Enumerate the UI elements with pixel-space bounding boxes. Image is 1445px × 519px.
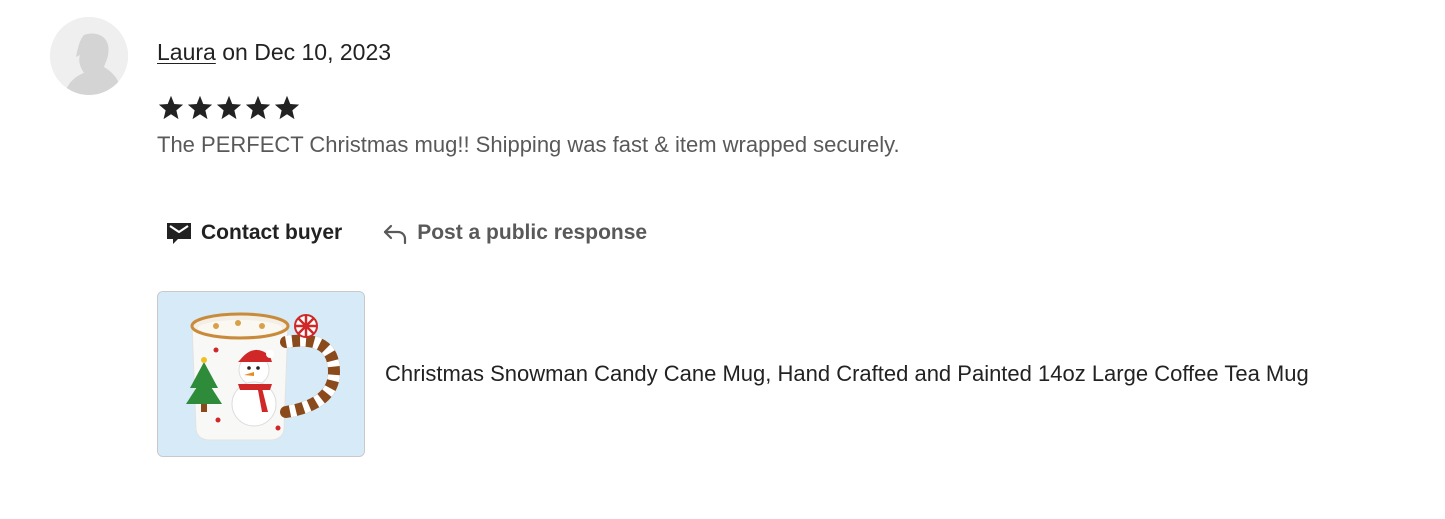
review-text: The PERFECT Christmas mug!! Shipping was… <box>157 132 900 157</box>
star-icon <box>187 95 213 120</box>
review-actions: Contact buyer Post a public response <box>166 216 647 250</box>
post-public-response-button[interactable]: Post a public response <box>382 220 647 246</box>
star-icon <box>274 95 300 120</box>
review-date: Dec 10, 2023 <box>254 39 392 65</box>
review-card: Laura on Dec 10, 2023 The PERFECT Christ… <box>0 0 1445 519</box>
listing-thumbnail[interactable] <box>157 291 365 457</box>
star-icon <box>158 95 184 120</box>
post-public-response-label: Post a public response <box>417 221 648 244</box>
reply-arrow-icon <box>382 220 408 246</box>
star-icon <box>245 95 271 120</box>
contact-buyer-button[interactable]: Contact buyer <box>166 220 342 246</box>
date-prefix: on <box>215 39 255 65</box>
star-rating <box>157 93 301 123</box>
listing-card: Christmas Snowman Candy Cane Mug, Hand C… <box>157 291 1309 457</box>
snowman-mug-image <box>158 292 364 456</box>
contact-buyer-label: Contact buyer <box>201 221 343 244</box>
avatar[interactable] <box>50 17 128 95</box>
envelope-icon <box>166 220 192 246</box>
default-avatar-icon <box>50 17 128 95</box>
author-link[interactable]: Laura <box>157 39 216 65</box>
review-meta: Laura on Dec 10, 2023 <box>157 38 391 66</box>
listing-title-link[interactable]: Christmas Snowman Candy Cane Mug, Hand C… <box>385 360 1309 388</box>
star-icon <box>216 95 242 120</box>
